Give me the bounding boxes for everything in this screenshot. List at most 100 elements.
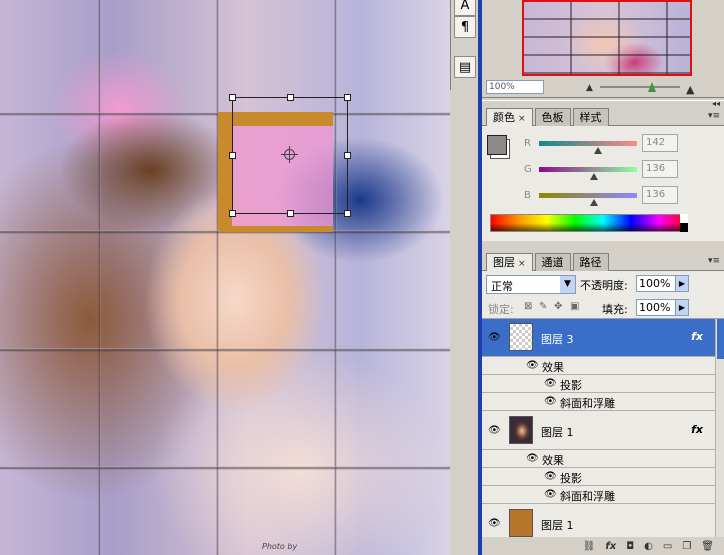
layer-thumbnail [509,509,533,537]
layer-thumbnail [509,416,533,444]
layer-row-bottom[interactable]: 👁 图层 1 [482,505,715,537]
tab-channels[interactable]: 通道 [534,253,571,271]
panel-dock: 100% ▲ ▲ ◂◂ 颜色× 色板 样式 ▾≡ R 142 G 136 B [478,0,724,555]
layer-list-scrollbar[interactable] [715,319,724,537]
channel-b-slider[interactable] [539,193,637,198]
character-panel-button[interactable]: A [454,0,476,16]
transform-handle-top-right[interactable] [344,94,351,101]
link-layers-icon[interactable]: ⛓ [583,541,596,555]
tab-layers[interactable]: 图层 × [486,253,533,271]
fill-label: 填充: [602,303,628,316]
opacity-label: 不透明度: [580,279,628,292]
color-panel-body: R 142 G 136 B 136 [482,126,724,241]
fx-icon[interactable]: fx [691,423,703,436]
effects-row[interactable]: 👁 效果 [482,357,715,375]
zoom-in-icon[interactable]: ▲ [686,83,694,96]
color-spectrum-bar[interactable] [490,214,688,232]
visibility-eye-icon[interactable]: 👁 [488,332,501,343]
visibility-eye-icon[interactable]: 👁 [526,360,539,371]
lock-all-icon[interactable]: ▣ [570,301,579,312]
channel-g-knob[interactable] [590,173,598,180]
transform-handle-bottom-right[interactable] [344,210,351,217]
channel-b-field[interactable]: 136 [642,186,678,204]
channel-g-field[interactable]: 136 [642,160,678,178]
add-mask-icon[interactable]: ◘ [626,541,634,555]
zoom-field[interactable]: 100% [486,80,544,94]
tab-swatches[interactable]: 色板 [534,108,571,126]
effect-row-bevel-emboss[interactable]: 👁 斜面和浮雕 [482,393,715,411]
add-style-icon[interactable]: fx [605,541,616,555]
layers-panel: 图层 × 通道 路径 ▾≡ 正常 ▼ 不透明度: 100% ▶ 锁定: ⊠ ✎ ✥… [482,247,724,555]
layer-row-layer-3[interactable]: 👁 图层 3 fx [482,319,715,357]
transform-handle-top-left[interactable] [229,94,236,101]
black-white-swatch[interactable] [680,214,688,232]
lock-position-icon[interactable]: ✥ [554,301,562,312]
navigator-panel: 100% ▲ ▲ [482,0,724,98]
tab-color[interactable]: 颜色 × [486,108,533,126]
opacity-arrow-button[interactable]: ▶ [675,275,689,292]
transform-handle-bottom[interactable] [287,210,294,217]
channel-g-label: G [524,164,532,175]
layer-row-layer-1[interactable]: 👁 图层 1 fx [482,412,715,450]
tab-paths[interactable]: 路径 [572,253,609,271]
layers-panel-tabs: 图层 × 通道 路径 ▾≡ [482,253,724,271]
visibility-eye-icon[interactable]: 👁 [544,471,557,482]
scrollbar-thumb[interactable] [717,319,724,359]
layer-list: 👁 图层 3 fx 👁 效果 👁 投影 👁 斜面和浮雕 👁 图层 1 fx 👁 … [482,319,724,537]
navigator-preview[interactable] [522,0,692,76]
opacity-field[interactable]: 100% [636,275,676,292]
panel-icon: ▤ [458,59,472,75]
color-panel: ◂◂ 颜色 × 色板 样式 ▾≡ R 142 G 136 B 136 [482,99,724,243]
paragraph-panel-button[interactable]: ¶ [454,16,476,38]
collapse-icon[interactable]: ◂◂ [712,99,720,108]
transform-handle-right[interactable] [344,152,351,159]
foreground-color-swatch[interactable] [487,135,507,155]
transform-handle-left[interactable] [229,152,236,159]
channel-r-slider[interactable] [539,141,637,146]
effect-row-drop-shadow[interactable]: 👁 投影 [482,375,715,393]
visibility-eye-icon[interactable]: 👁 [544,378,557,389]
channel-r-knob[interactable] [594,147,602,154]
channel-g-slider[interactable] [539,167,637,172]
transform-handle-top[interactable] [287,94,294,101]
chevron-down-icon: ▼ [560,276,575,293]
tab-styles[interactable]: 样式 [572,108,609,126]
fill-field[interactable]: 100% [636,299,676,316]
new-layer-icon[interactable]: ❐ [682,541,691,555]
lock-pixels-icon[interactable]: ✎ [539,301,547,312]
panel-button[interactable]: ▤ [454,56,476,78]
transform-handle-bottom-left[interactable] [229,210,236,217]
delete-layer-icon[interactable]: 🗑 [701,541,714,555]
channel-b-knob[interactable] [590,199,598,206]
zoom-out-icon[interactable]: ▲ [586,83,593,93]
layer-thumbnail [509,323,533,351]
visibility-eye-icon[interactable]: 👁 [526,453,539,464]
character-icon: A [460,0,470,13]
lock-label: 锁定: [488,303,514,316]
channel-r-field[interactable]: 142 [642,134,678,152]
panel-menu-icon[interactable]: ▾≡ [708,256,720,266]
effect-row-bevel-emboss[interactable]: 👁 斜面和浮雕 [482,486,715,504]
visibility-eye-icon[interactable]: 👁 [488,425,501,436]
lock-transparency-icon[interactable]: ⊠ [524,301,532,312]
visibility-eye-icon[interactable]: 👁 [544,489,557,500]
visibility-eye-icon[interactable]: 👁 [488,518,501,529]
blend-mode-select[interactable]: 正常 ▼ [486,275,576,294]
effects-row[interactable]: 👁 效果 [482,450,715,468]
layer-name: 图层 1 [541,519,574,532]
effect-row-drop-shadow[interactable]: 👁 投影 [482,468,715,486]
grid-line [98,0,101,555]
panel-menu-icon[interactable]: ▾≡ [708,111,720,121]
transform-center-point[interactable] [281,146,298,163]
close-icon[interactable]: × [518,259,526,269]
fill-arrow-button[interactable]: ▶ [675,299,689,316]
adjustment-layer-icon[interactable]: ◐ [644,541,653,555]
close-icon[interactable]: × [518,114,526,124]
visibility-eye-icon[interactable]: 👁 [544,396,557,407]
document-canvas[interactable]: Photo by [0,0,450,555]
new-group-icon[interactable]: ▭ [663,541,672,555]
fx-icon[interactable]: fx [691,330,703,343]
paragraph-icon: ¶ [460,19,470,35]
layer-name: 图层 3 [541,333,574,346]
zoom-slider[interactable] [600,86,680,88]
